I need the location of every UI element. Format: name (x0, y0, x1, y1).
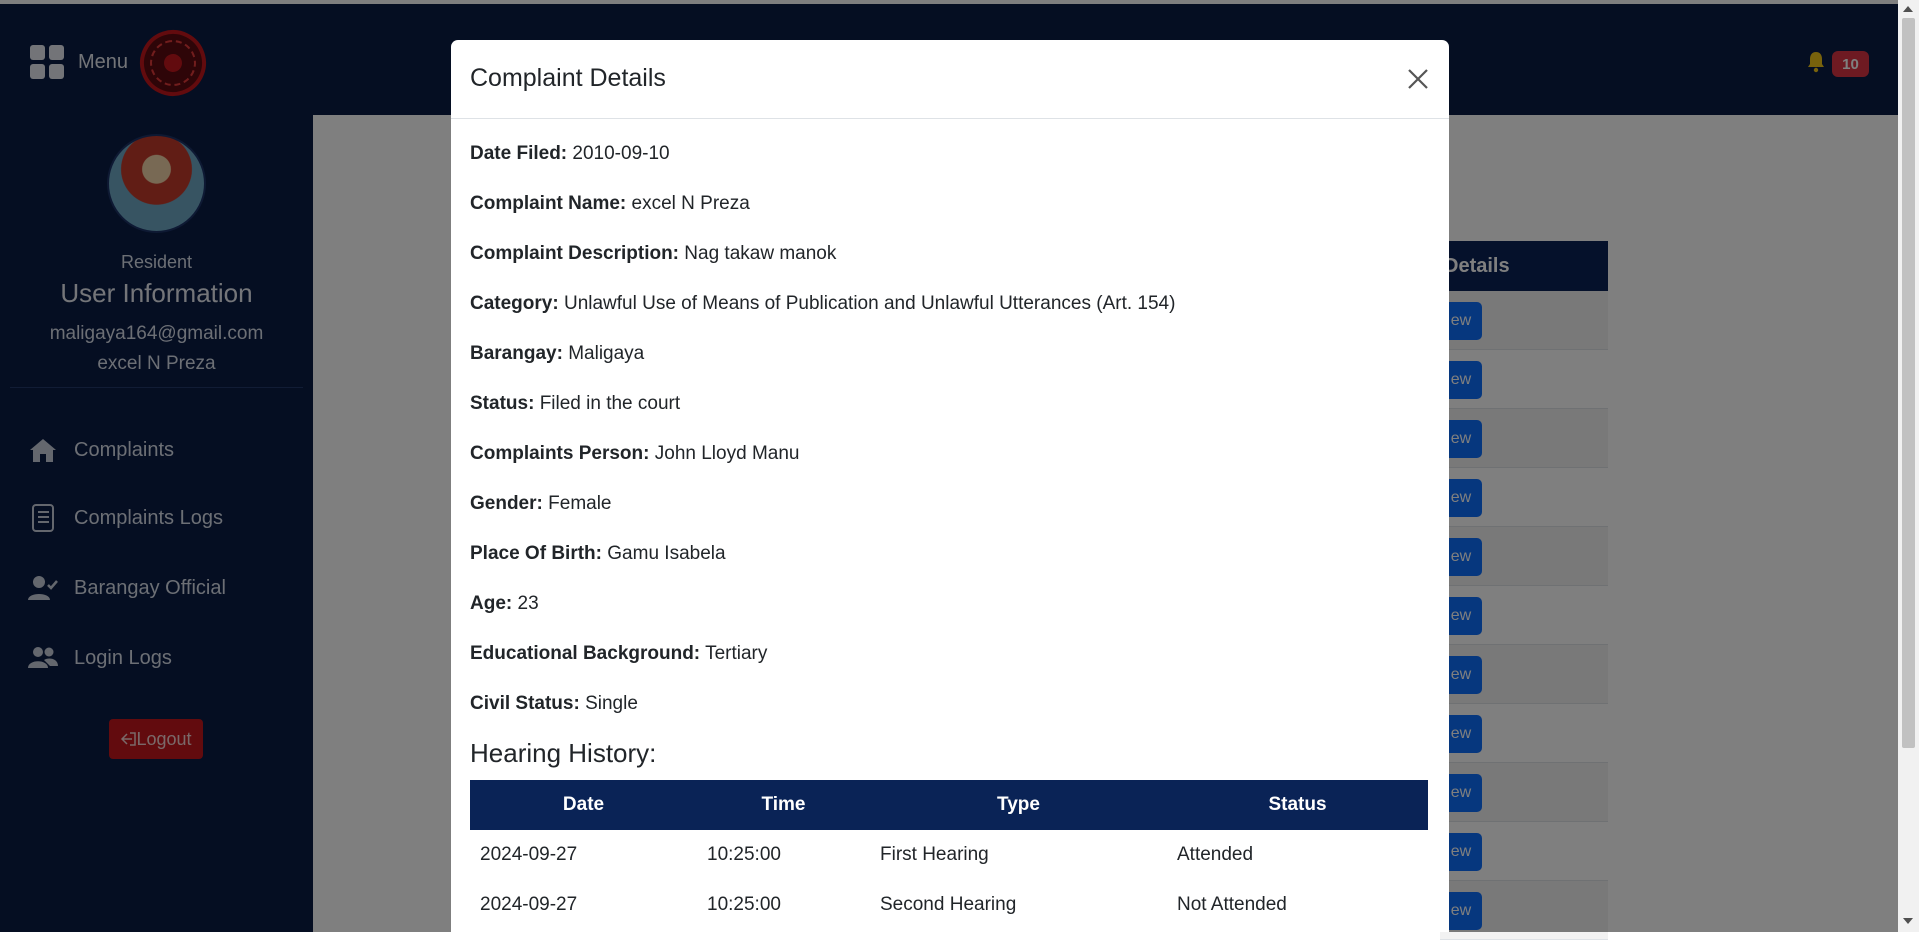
field-date-filed: Date Filed: 2010-09-10 (470, 143, 670, 164)
modal-header: Complaint Details (451, 40, 1449, 119)
cell-date: 2024-09-27 (480, 844, 578, 865)
app-root: Menu 10 Resident User Information maliga… (0, 0, 1919, 940)
field-barangay: Barangay: Maligaya (470, 343, 645, 364)
cell-type: First Hearing (880, 844, 989, 865)
table-row: 2024-09-27 10:25:00 Second Hearing Not A… (470, 880, 1428, 930)
field-status: Status: Filed in the court (470, 393, 681, 414)
field-complaint-description: Complaint Description: Nag takaw manok (470, 243, 837, 264)
modal-title: Complaint Details (470, 64, 666, 92)
field-civil-status: Civil Status: Single (470, 693, 638, 714)
scrollbar-thumb[interactable] (1902, 18, 1915, 748)
field-category: Category: Unlawful Use of Means of Publi… (470, 293, 1176, 314)
hearing-history-title: Hearing History: (470, 738, 657, 768)
cell-time: 10:25:00 (707, 894, 781, 915)
hearing-history-table: Date Time Type Status 2024-09-27 10:25:0… (470, 780, 1428, 930)
scroll-up-arrow-icon[interactable] (1903, 6, 1913, 12)
cell-status: Not Attended (1177, 894, 1287, 915)
complaint-details-modal: Complaint Details Date Filed: 2010-09-10… (451, 40, 1449, 932)
table-header-row: Date Time Type Status (470, 780, 1428, 830)
field-educational-background: Educational Background: Tertiary (470, 643, 768, 664)
scroll-down-arrow-icon[interactable] (1903, 918, 1913, 924)
field-age: Age: 23 (470, 593, 539, 614)
page-scrollbar[interactable] (1898, 0, 1919, 932)
field-complaints-person: Complaints Person: John Lloyd Manu (470, 443, 800, 464)
table-row: 2024-09-27 10:25:00 First Hearing Attend… (470, 830, 1428, 880)
column-header-type: Type (870, 780, 1167, 830)
cell-type: Second Hearing (880, 894, 1017, 915)
field-complaint-name: Complaint Name: excel N Preza (470, 193, 750, 214)
cell-status: Attended (1177, 844, 1254, 865)
cell-date: 2024-09-27 (480, 894, 578, 915)
field-place-of-birth: Place Of Birth: Gamu Isabela (470, 543, 726, 564)
column-header-time: Time (697, 780, 870, 830)
cell-time: 10:25:00 (707, 844, 781, 865)
field-gender: Gender: Female (470, 493, 612, 514)
close-icon[interactable] (1404, 65, 1432, 93)
column-header-status: Status (1167, 780, 1428, 830)
column-header-date: Date (470, 780, 697, 830)
